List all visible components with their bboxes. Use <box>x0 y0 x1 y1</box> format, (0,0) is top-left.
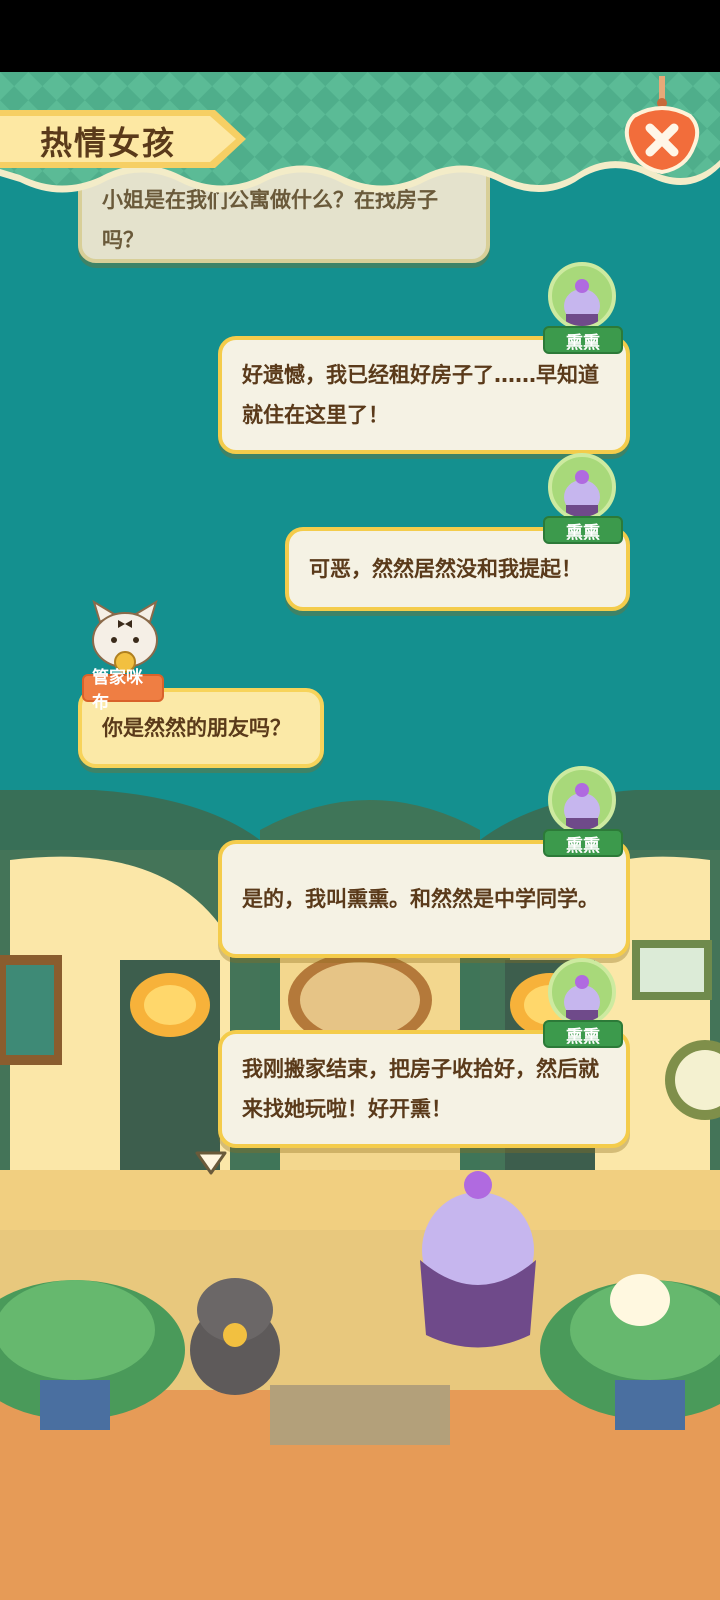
page-title: 热情女孩 <box>40 124 177 162</box>
speaker-tag-5: 熏熏 <box>543 1020 623 1048</box>
speaker-tag-2: 熏熏 <box>543 516 623 544</box>
xunxun-portrait-icon <box>564 279 600 326</box>
speaker-tag-1: 熏熏 <box>543 326 623 354</box>
avatar-xunxun <box>548 766 616 834</box>
xunxun-portrait-icon <box>564 470 600 517</box>
dialog-text-4: 是的，我叫熏熏。和然然是中学同学。 <box>242 887 599 911</box>
dialog-text-3: 你是然然的朋友吗？ <box>102 716 291 740</box>
avatar-xunxun <box>548 958 616 1026</box>
dialog-text-5: 我刚搬家结束，把房子收拾好，然后就来找她玩啦！好开熏！ <box>242 1057 599 1121</box>
game-screen[interactable]: 热情女孩 小姐是在我们公寓做什么？在找房子吗？ 熏熏 好遗憾，我已经租好房子了…… <box>0 0 720 1600</box>
dialog-text-2: 可恶，然然居然没和我提起！ <box>309 557 582 581</box>
avatar-xunxun <box>548 453 616 521</box>
triangle-down-icon[interactable] <box>194 1150 228 1176</box>
status-bar <box>0 0 720 72</box>
xunxun-portrait-icon <box>564 975 600 1022</box>
close-icon[interactable] <box>622 76 702 176</box>
dialog-text-1: 好遗憾，我已经租好房子了……早知道就住在这里了！ <box>242 363 599 427</box>
speaker-tag-4: 熏熏 <box>543 829 623 857</box>
xunxun-portrait-icon <box>564 783 600 830</box>
avatar-xunxun <box>548 262 616 330</box>
speaker-tag-3: 管家咪布 <box>82 668 164 713</box>
dialog-bubble-4: 是的，我叫熏熏。和然然是中学同学。 <box>218 840 630 958</box>
